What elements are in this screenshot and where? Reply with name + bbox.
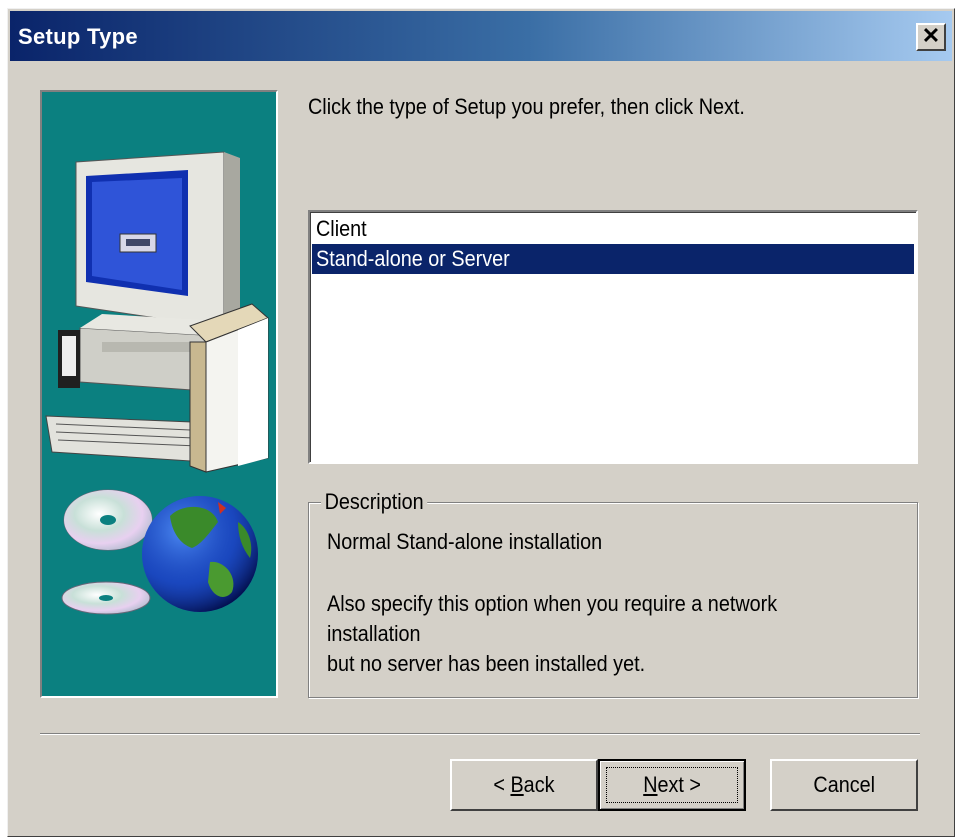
separator: [40, 733, 920, 735]
list-item-label: Client: [316, 216, 367, 241]
description-legend: Description: [321, 489, 428, 515]
description-line: installation: [327, 621, 421, 646]
back-button[interactable]: < Back: [450, 759, 598, 811]
description-line: but no server has been installed yet.: [327, 651, 646, 676]
computer-cd-globe-icon: [45, 151, 269, 615]
window-title: Setup Type: [18, 24, 138, 49]
setup-type-listbox[interactable]: Client Stand-alone or Server: [308, 210, 918, 464]
title-bar[interactable]: Setup Type ✕: [10, 11, 952, 61]
list-item-client[interactable]: Client: [312, 214, 914, 244]
cancel-button-label: Cancel: [813, 772, 875, 797]
description-line: Normal Stand-alone installation: [327, 529, 603, 554]
next-button-label: Next >: [643, 772, 701, 797]
next-button[interactable]: Next >: [598, 759, 746, 811]
back-button-label: < Back: [493, 772, 555, 797]
setup-illustration: [40, 90, 278, 698]
list-item-standalone-server[interactable]: Stand-alone or Server: [312, 244, 914, 274]
list-item-label: Stand-alone or Server: [316, 246, 510, 271]
close-button[interactable]: ✕: [916, 23, 946, 51]
instruction-text: Click the type of Setup you prefer, then…: [308, 94, 745, 119]
description-line: Also specify this option when you requir…: [327, 591, 778, 616]
description-groupbox: Description Normal Stand-alone installat…: [308, 489, 918, 698]
close-icon: ✕: [921, 23, 941, 48]
cancel-button[interactable]: Cancel: [770, 759, 918, 811]
